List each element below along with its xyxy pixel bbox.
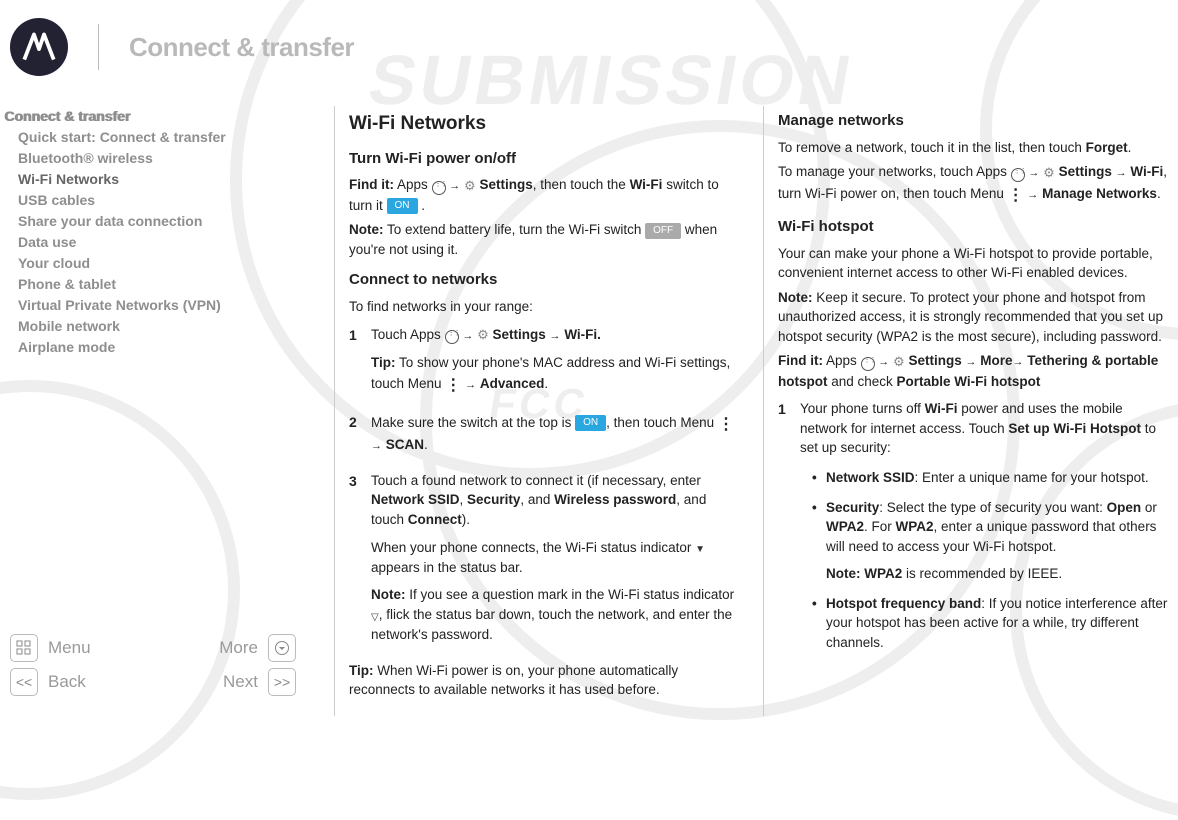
col1-note1: Note: To extend battery life, turn the W… [349,220,739,259]
gear-icon [464,176,476,196]
col1-heading: Wi-Fi Networks [349,110,739,138]
apps-icon [861,357,875,371]
col1-sub1: Turn Wi-Fi power on/off [349,148,739,170]
apps-icon [1011,168,1025,182]
col2-li1: Your phone turns off Wi-Fi power and use… [800,399,1168,458]
col1-li1-tip: Tip: To show your phone's MAC address an… [371,353,739,396]
next-icon[interactable]: >> [268,668,296,696]
nav-next-label[interactable]: Next [223,672,258,692]
gear-icon [1043,163,1055,183]
col2-bullet2: Security: Select the type of security yo… [812,498,1168,584]
sidebar-item-bluetooth[interactable]: Bluetooth® wireless [4,148,310,169]
sidebar-item-vpn[interactable]: Virtual Private Networks (VPN) [4,295,310,316]
menu-icon[interactable] [10,634,38,662]
col1-tip2: Tip: When Wi-Fi power is on, your phone … [349,661,739,700]
content-column-1: Wi-Fi Networks Turn Wi-Fi power on/off F… [349,106,749,716]
col1-intro: To find networks in your range: [349,297,739,317]
col1-li1: Touch Apps Settings Wi-Fi. [371,325,739,345]
more-icon[interactable] [268,634,296,662]
gear-icon [477,325,489,345]
col1-li2: Make sure the switch at the top is ON, t… [371,412,739,455]
header-divider [98,24,99,70]
apps-icon [445,330,459,344]
gear-icon [893,352,905,372]
col1-findit: Find it: Apps Settings, then touch the W… [349,175,739,215]
sidebar-item-datause[interactable]: Data use [4,232,310,253]
wifi-icon [695,538,705,558]
col2-h3a: Manage networks [778,110,1168,132]
nav-back-label[interactable]: Back [48,672,86,692]
col2-bullet1: Network SSID: Enter a unique name for yo… [812,468,1168,488]
col2-p2: To manage your networks, touch Apps Sett… [778,162,1168,206]
motorola-logo [10,18,68,76]
sidebar-item-share[interactable]: Share your data connection [4,211,310,232]
sidebar-item-usb[interactable]: USB cables [4,190,310,211]
sidebar-item-phonetablet[interactable]: Phone & tablet [4,274,310,295]
menu-dots-icon [718,412,734,435]
col1-li3-note: Note: If you see a question mark in the … [371,585,739,644]
column-divider-1 [334,106,335,716]
page-title: Connect & transfer [129,32,354,63]
menu-dots-icon [445,373,461,396]
col1-li3-p2: When your phone connects, the Wi-Fi stat… [371,538,739,578]
wifi-question-icon [371,606,379,626]
nav-more-label[interactable]: More [219,638,258,658]
sidebar-item-mobile[interactable]: Mobile network [4,316,310,337]
sidebar-item-wifi[interactable]: Wi-Fi Networks [4,169,310,190]
col2-p3: Your can make your phone a Wi-Fi hotspot… [778,244,1168,283]
col2-h3b: Wi-Fi hotspot [778,216,1168,238]
col1-li3: Touch a found network to connect it (if … [371,471,739,530]
content-column-2: Manage networks To remove a network, tou… [778,106,1178,716]
col2-p4: Note: Keep it secure. To protect your ph… [778,288,1168,347]
back-icon[interactable]: << [10,668,38,696]
nav-menu-label[interactable]: Menu [48,638,91,658]
off-pill: OFF [645,223,681,239]
on-pill: ON [575,415,606,431]
apps-icon [432,181,446,195]
col2-bullet3: Hotspot frequency band: If you notice in… [812,594,1168,653]
column-divider-2 [763,106,764,716]
col2-p5: Find it: Apps Settings More Tethering & … [778,351,1168,391]
col1-sub2: Connect to networks [349,269,739,291]
sidebar-top-link[interactable]: Connect & transfer [4,106,310,127]
col2-p1: To remove a network, touch it in the lis… [778,138,1168,158]
sidebar-item-cloud[interactable]: Your cloud [4,253,310,274]
sidebar-item-airplane[interactable]: Airplane mode [4,337,310,358]
on-pill: ON [387,198,418,214]
menu-dots-icon [1008,183,1024,206]
sidebar-item-quickstart[interactable]: Quick start: Connect & transfer [4,127,310,148]
